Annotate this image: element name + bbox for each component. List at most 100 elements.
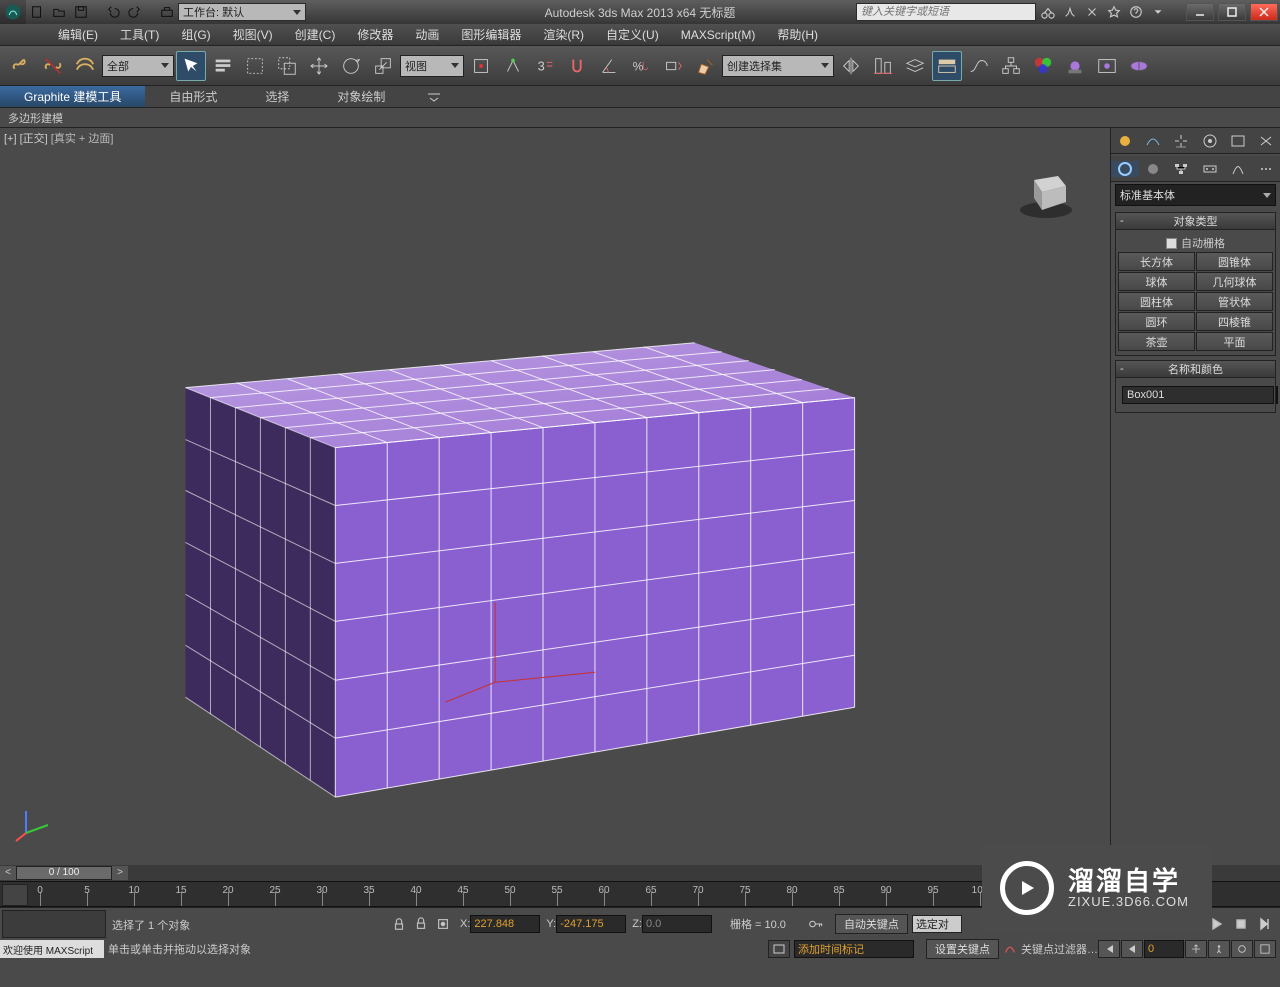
tab-create-icon[interactable] bbox=[1111, 161, 1139, 177]
prim-cone[interactable]: 圆锥体 bbox=[1196, 252, 1273, 271]
help-dropdown-icon[interactable] bbox=[1148, 3, 1168, 21]
object-name-input[interactable] bbox=[1122, 386, 1274, 404]
keyfilter-label[interactable]: 关键点过滤器… bbox=[1021, 941, 1098, 957]
workspace-combo[interactable]: 工作台: 默认 bbox=[178, 3, 306, 21]
coord-z-value[interactable]: 0.0 bbox=[642, 915, 712, 933]
schematic-view-icon[interactable] bbox=[996, 51, 1026, 81]
ribbon-tab-graphite[interactable]: Graphite 建模工具 bbox=[0, 86, 145, 107]
scale-icon[interactable] bbox=[368, 51, 398, 81]
menu-views[interactable]: 视图(V) bbox=[223, 24, 283, 45]
object-color-swatch[interactable] bbox=[1276, 386, 1278, 404]
ribbon-collapse-icon[interactable] bbox=[419, 88, 449, 106]
minimize-button[interactable] bbox=[1186, 3, 1214, 21]
search-input[interactable] bbox=[856, 3, 1036, 21]
menu-help[interactable]: 帮助(H) bbox=[767, 24, 828, 45]
autokey-button[interactable]: 自动关键点 bbox=[835, 914, 908, 934]
curve-editor-icon[interactable] bbox=[964, 51, 994, 81]
bind-spacewarp-icon[interactable] bbox=[70, 51, 100, 81]
exchange-icon[interactable] bbox=[1082, 3, 1102, 21]
autokey-mode-combo[interactable]: 选定对 bbox=[912, 915, 962, 933]
ribbon-tab-selection[interactable]: 选择 bbox=[241, 86, 313, 107]
tab-modify-icon[interactable] bbox=[1139, 161, 1167, 177]
ribbon-tab-freeform[interactable]: 自由形式 bbox=[145, 86, 241, 107]
time-tag-field[interactable]: 添加时间标记 bbox=[794, 940, 914, 958]
time-next-icon[interactable]: > bbox=[112, 866, 128, 880]
viewcube[interactable] bbox=[1014, 160, 1078, 224]
new-file-icon[interactable] bbox=[26, 2, 48, 22]
mirror-icon[interactable] bbox=[836, 51, 866, 81]
maximize-button[interactable] bbox=[1218, 3, 1246, 21]
open-file-icon[interactable] bbox=[48, 2, 70, 22]
cp-shading-icon[interactable] bbox=[1111, 133, 1139, 149]
nav-end-icon[interactable] bbox=[1255, 914, 1275, 934]
viewport-pan-icon[interactable] bbox=[1185, 940, 1207, 958]
menu-tools[interactable]: 工具(T) bbox=[110, 24, 169, 45]
isolate-selection-icon[interactable] bbox=[411, 914, 431, 934]
prim-teapot[interactable]: 茶壶 bbox=[1118, 332, 1195, 351]
spinner-snap-icon[interactable] bbox=[658, 51, 688, 81]
maxscript-listener[interactable]: 欢迎使用 MAXScript bbox=[0, 940, 104, 958]
menu-modifiers[interactable]: 修改器 bbox=[347, 24, 403, 45]
pivot-center-icon[interactable] bbox=[466, 51, 496, 81]
prim-cylinder[interactable]: 圆柱体 bbox=[1118, 292, 1195, 311]
goto-start-icon[interactable] bbox=[1098, 940, 1120, 958]
cp-lighting-icon[interactable] bbox=[1167, 133, 1195, 149]
current-frame-field[interactable]: 0 bbox=[1144, 940, 1184, 958]
tab-utilities-icon[interactable] bbox=[1252, 161, 1280, 177]
named-selection-combo[interactable]: 创建选择集 bbox=[722, 55, 834, 77]
angle-snap-icon[interactable] bbox=[594, 51, 624, 81]
subscription-icon[interactable] bbox=[1060, 3, 1080, 21]
render-setup-icon[interactable] bbox=[1060, 51, 1090, 81]
prim-tube[interactable]: 管状体 bbox=[1196, 292, 1273, 311]
prim-torus[interactable]: 圆环 bbox=[1118, 312, 1195, 331]
favorite-icon[interactable] bbox=[1104, 3, 1124, 21]
time-tag-icon[interactable] bbox=[768, 940, 790, 958]
link-icon[interactable] bbox=[6, 51, 36, 81]
coord-x-value[interactable]: 227.848 bbox=[470, 915, 540, 933]
select-by-name-icon[interactable] bbox=[208, 51, 238, 81]
ribbon-panel[interactable]: 多边形建模 bbox=[0, 108, 1280, 128]
keyfilter-icon[interactable] bbox=[1000, 939, 1020, 959]
prim-pyramid[interactable]: 四棱锥 bbox=[1196, 312, 1273, 331]
prim-box[interactable]: 长方体 bbox=[1118, 252, 1195, 271]
rollout-name-color[interactable]: -名称和颜色 bbox=[1115, 360, 1276, 378]
layer-manager-icon[interactable] bbox=[900, 51, 930, 81]
render-icon[interactable] bbox=[1124, 51, 1154, 81]
setkey-button[interactable]: 设置关键点 bbox=[926, 939, 999, 959]
lock-selection-icon[interactable] bbox=[389, 914, 409, 934]
rotate-icon[interactable] bbox=[336, 51, 366, 81]
manipulate-icon[interactable] bbox=[498, 51, 528, 81]
viewport-maximize-icon[interactable] bbox=[1254, 940, 1276, 958]
viewport-label[interactable]: [+] [正交] [真实 + 边面] bbox=[4, 130, 113, 146]
trackbar-mini-curve-icon[interactable] bbox=[2, 884, 28, 906]
align-icon[interactable] bbox=[868, 51, 898, 81]
tab-motion-icon[interactable] bbox=[1196, 161, 1224, 177]
viewport-walk-icon[interactable] bbox=[1208, 940, 1230, 958]
unlink-icon[interactable] bbox=[38, 51, 68, 81]
menu-animation[interactable]: 动画 bbox=[405, 24, 449, 45]
prim-sphere[interactable]: 球体 bbox=[1118, 272, 1195, 291]
app-icon[interactable] bbox=[0, 0, 26, 24]
infocenter-search-icon[interactable] bbox=[1038, 3, 1058, 21]
tab-display-icon[interactable] bbox=[1224, 161, 1252, 177]
close-button[interactable] bbox=[1250, 3, 1278, 21]
keymode-icon[interactable] bbox=[806, 914, 826, 934]
viewport[interactable]: [+] [正交] [真实 + 边面] bbox=[0, 128, 1110, 857]
save-file-icon[interactable] bbox=[70, 2, 92, 22]
menu-edit[interactable]: 编辑(E) bbox=[48, 24, 108, 45]
material-editor-icon[interactable] bbox=[1028, 51, 1058, 81]
menu-create[interactable]: 创建(C) bbox=[285, 24, 346, 45]
keyboard-shortcut-icon[interactable]: 3 bbox=[530, 51, 560, 81]
time-slider[interactable]: 0 / 100 bbox=[16, 866, 112, 880]
menu-maxscript[interactable]: MAXScript(M) bbox=[671, 26, 766, 44]
selection-lock-toggle-icon[interactable] bbox=[433, 914, 453, 934]
nav-play-icon[interactable] bbox=[1231, 914, 1251, 934]
cp-stats-icon[interactable] bbox=[1224, 133, 1252, 149]
rollout-object-type[interactable]: -对象类型 bbox=[1115, 212, 1276, 230]
prompt-macro-field[interactable] bbox=[2, 910, 106, 938]
select-region-rect-icon[interactable] bbox=[240, 51, 270, 81]
prim-plane[interactable]: 平面 bbox=[1196, 332, 1273, 351]
selection-filter-combo[interactable]: 全部 bbox=[102, 55, 174, 77]
ribbon-tab-paint[interactable]: 对象绘制 bbox=[313, 86, 409, 107]
prev-frame-icon[interactable] bbox=[1121, 940, 1143, 958]
